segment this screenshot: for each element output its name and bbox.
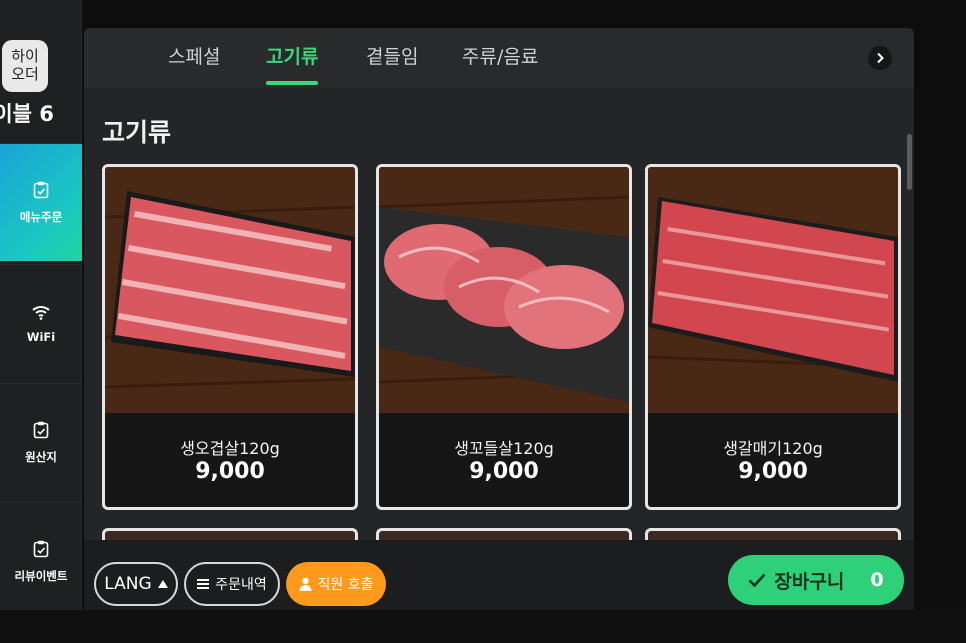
tab-meat[interactable]: 고기류 [266,42,319,85]
section-title: 고기류 [102,118,172,147]
scrollbar[interactable] [907,134,912,190]
sidebar-item-label: 메뉴주문 [19,209,63,224]
category-tabs: 스페셜 고기류 곁들임 주류/음료 [84,28,914,88]
product-name: 생꼬들살120g [454,439,554,458]
person-icon [299,577,311,591]
wifi-icon [32,305,50,320]
clipboard-icon [33,181,49,198]
logo-line-2: 오더 [11,65,39,83]
product-price: 9,000 [469,459,539,484]
product-card[interactable]: 생꼬들살120g 9,000 [376,164,632,510]
tab-drinks[interactable]: 주류/음료 [462,42,538,84]
check-icon [749,573,766,587]
sidebar: 하이 오더 테이블 6 메뉴주문 WiFi 원산지 리뷰이벤트 [0,0,82,643]
cart-button[interactable]: 장바구니 0 [728,555,904,605]
cart-count: 0 [870,569,884,591]
sidebar-item-menu-order[interactable]: 메뉴주문 [0,143,82,261]
table-name: 테이블 6 [0,102,54,126]
list-icon [197,579,210,589]
app-logo: 하이 오더 [2,40,48,92]
device-bezel [0,610,966,643]
logo-line-1: 하이 [11,47,39,65]
cart-label: 장바구니 [774,570,845,593]
language-label: LANG [104,574,152,594]
sidebar-item-label: 원산지 [25,449,57,464]
product-price: 9,000 [738,459,808,484]
order-history-button[interactable]: 주문내역 [184,562,280,606]
tab-special[interactable]: 스페셜 [168,42,220,84]
product-card[interactable]: 생갈매기120g 9,000 [645,164,901,510]
product-name: 생오겹살120g [180,439,280,458]
product-price: 9,000 [195,459,265,484]
product-image [379,167,629,413]
call-staff-button[interactable]: 직원 호출 [286,562,386,606]
product-card[interactable]: 생오겹살120g 9,000 [102,164,358,510]
sidebar-item-label: 리뷰이벤트 [14,568,68,583]
tabs-next-button[interactable] [868,46,892,70]
sidebar-item-label: WiFi [26,329,56,344]
clipboard-icon [33,421,49,438]
call-staff-label: 직원 호출 [317,577,374,593]
clipboard-icon [33,540,49,557]
sidebar-item-review-event[interactable]: 리뷰이벤트 [0,502,82,620]
chevron-right-icon [877,52,884,64]
product-image [105,167,355,413]
order-history-label: 주문내역 [215,577,267,593]
tab-side-dishes[interactable]: 곁들임 [366,42,418,84]
menu-panel: 스페셜 고기류 곁들임 주류/음료 고기류 생오겹살120g 9,000 생꼬들… [84,28,914,610]
sidebar-item-wifi[interactable]: WiFi [0,264,82,382]
sidebar-item-origin[interactable]: 원산지 [0,383,82,501]
caret-up-icon [157,580,168,588]
product-name: 생갈매기120g [723,439,823,458]
bottom-bar: LANG 주문내역 직원 호출 장바구니 0 [84,540,914,610]
product-image [648,167,898,413]
language-button[interactable]: LANG [94,562,178,606]
